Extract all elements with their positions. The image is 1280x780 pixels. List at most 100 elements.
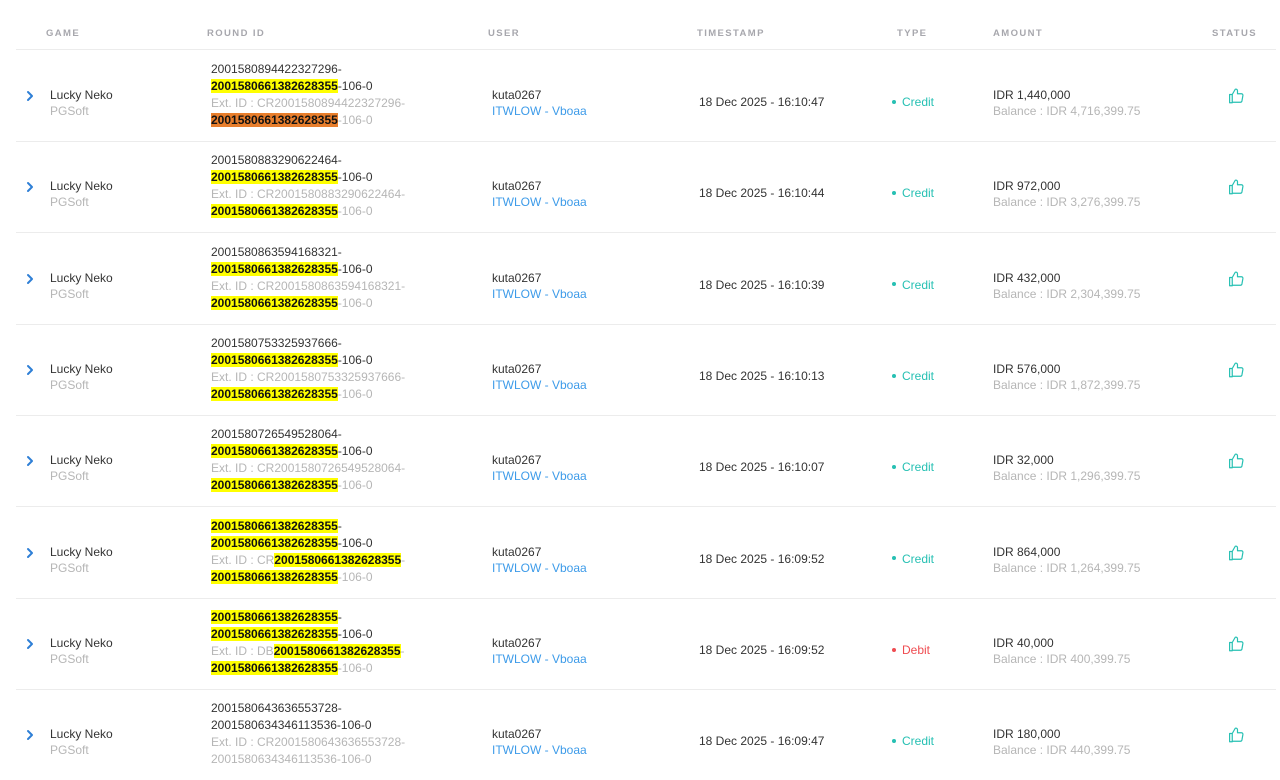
status-button[interactable] — [1227, 544, 1245, 562]
agent-link[interactable]: ITWLOW - Vboaa — [492, 468, 587, 484]
amount-value: IDR 180,000 — [993, 727, 1061, 742]
round-id-line: 2001580661382628355-106-0 — [211, 261, 471, 278]
table-row[interactable]: Lucky Neko PGSoft 2001580863594168321- 2001… — [16, 233, 1276, 325]
thumbs-up-icon — [1227, 361, 1245, 379]
timestamp: 18 Dec 2025 - 16:10:44 — [699, 186, 825, 201]
agent-link[interactable]: ITWLOW - Vboaa — [492, 742, 587, 758]
round-id-text: -106-0 — [337, 170, 373, 185]
status-button[interactable] — [1227, 270, 1245, 288]
user-cell: kuta0267 ITWLOW - Vboaa — [492, 635, 587, 667]
status-button[interactable] — [1227, 178, 1245, 196]
status-dot-icon — [892, 647, 896, 652]
round-id-cell: 2001580863594168321- 2001580661382628355-… — [211, 244, 471, 312]
type-badge: Credit — [892, 278, 934, 292]
expand-row-button[interactable] — [24, 180, 36, 194]
expand-row-button[interactable] — [24, 272, 36, 286]
thumbs-up-icon — [1227, 178, 1245, 196]
external-id-line: 2001580661382628355-106-0 — [211, 112, 471, 129]
highlighted-match: 2001580661382628355 — [211, 352, 338, 367]
external-id-line: Ext. ID : CR2001580661382628355- — [211, 552, 471, 569]
type-label: Credit — [902, 734, 935, 749]
table-row[interactable]: Lucky Neko PGSoft 2001580753325937666- 2001… — [16, 324, 1276, 416]
round-id-text: -106-0 — [337, 626, 373, 641]
round-id-line: 2001580726549528064- — [211, 426, 471, 443]
user-cell: kuta0267 ITWLOW - Vboaa — [492, 726, 587, 758]
round-id-text: Ext. ID : CR2001580643636553728- — [211, 735, 406, 750]
game-provider: PGSoft — [50, 560, 89, 575]
status-button[interactable] — [1227, 361, 1245, 379]
chevron-right-icon — [24, 89, 36, 103]
status-button[interactable] — [1227, 635, 1245, 653]
balance-value: Balance : IDR 1,264,399.75 — [993, 560, 1141, 575]
round-id-line: 2001580661382628355-106-0 — [211, 78, 471, 95]
username: kuta0267 — [492, 88, 542, 102]
expand-row-button[interactable] — [24, 546, 36, 560]
round-id-text: - — [337, 609, 342, 624]
table-row[interactable]: Lucky Neko PGSoft 2001580661382628355 - 2001… — [16, 598, 1276, 690]
status-button[interactable] — [1227, 452, 1245, 470]
agent-link[interactable]: ITWLOW - Vboaa — [492, 103, 587, 119]
round-id-cell: 2001580883290622464- 2001580661382628355-… — [211, 152, 471, 220]
type-badge: Credit — [892, 460, 934, 474]
agent-link[interactable]: ITWLOW - Vboaa — [492, 194, 587, 210]
round-id-line: 2001580661382628355-106-0 — [211, 535, 471, 552]
agent-link[interactable]: ITWLOW - Vboaa — [492, 651, 587, 667]
table-row[interactable]: Lucky Neko PGSoft 2001580661382628355- 2001… — [16, 507, 1276, 599]
round-id-text: -106-0 — [337, 261, 373, 276]
highlighted-match: 2001580661382628355 — [211, 660, 338, 675]
agent-link[interactable]: ITWLOW - Vboaa — [492, 286, 587, 302]
user-cell: kuta0267 ITWLOW - Vboaa — [492, 87, 587, 119]
chevron-right-icon — [24, 454, 36, 468]
status-button[interactable] — [1227, 726, 1245, 744]
external-id-line: 2001580661382628355-106-0 — [211, 203, 471, 220]
expand-row-button[interactable] — [24, 89, 36, 103]
status-button[interactable] — [1227, 87, 1245, 105]
external-id-line: 2001580661382628355-106-0 — [211, 660, 471, 677]
amount-cell: IDR 576,000 Balance : IDR 1,872,399.75 — [993, 361, 1140, 393]
round-id-text: -106-0 — [337, 113, 373, 127]
game-name: Lucky Neko — [50, 635, 113, 650]
game-cell: Lucky Neko PGSoft — [50, 635, 113, 667]
amount-cell: IDR 32,000 Balance : IDR 1,296,399.75 — [993, 452, 1140, 484]
expand-row-button[interactable] — [24, 637, 36, 651]
game-cell: Lucky Neko PGSoft — [50, 270, 113, 302]
game-provider: PGSoft — [50, 377, 89, 392]
game-name: Lucky Neko — [50, 88, 113, 102]
chevron-right-icon — [24, 728, 36, 742]
expand-row-button[interactable] — [24, 363, 36, 377]
amount-cell: IDR 1,440,000 Balance : IDR 4,716,399.75 — [993, 87, 1140, 119]
type-badge: Credit — [892, 552, 934, 566]
column-header-game[interactable]: GAME — [46, 28, 80, 39]
agent-link[interactable]: ITWLOW - Vboaa — [492, 377, 587, 393]
table-row[interactable]: Lucky Neko PGSoft 2001580894422327296- 2001… — [16, 50, 1276, 142]
highlighted-match: 2001580661382628355 — [211, 626, 338, 641]
thumbs-up-icon — [1227, 726, 1245, 744]
round-id-text: - — [400, 643, 405, 658]
table-row[interactable]: Lucky Neko PGSoft 2001580883290622464- 2001… — [16, 141, 1276, 234]
type-label: Credit — [902, 368, 935, 383]
chevron-right-icon — [24, 272, 36, 286]
expand-row-button[interactable] — [24, 454, 36, 468]
highlighted-match: 2001580661382628355 — [211, 518, 338, 533]
round-id-line: 2001580661382628355-106-0 — [211, 352, 471, 369]
external-id-line: 2001580661382628355-106-0 — [211, 477, 471, 494]
column-header-round-id[interactable]: ROUND ID — [207, 28, 265, 39]
column-header-type[interactable]: TYPE — [897, 28, 927, 39]
thumbs-up-icon — [1227, 544, 1245, 562]
table-row[interactable]: Lucky Neko PGSoft 2001580726549528064- 2001… — [16, 415, 1276, 508]
status-dot-icon — [892, 556, 896, 561]
column-header-timestamp[interactable]: TIMESTAMP — [697, 28, 765, 39]
username: kuta0267 — [492, 544, 542, 559]
type-label: Credit — [902, 460, 935, 475]
round-id-cell: 2001580753325937666- 2001580661382628355-… — [211, 335, 471, 403]
table-row[interactable]: Lucky Neko PGSoft 2001580643636553728- 2001… — [16, 689, 1276, 780]
username: kuta0267 — [492, 179, 542, 194]
expand-row-button[interactable] — [24, 728, 36, 742]
agent-link[interactable]: ITWLOW - Vboaa — [492, 560, 587, 576]
column-header-amount[interactable]: AMOUNT — [993, 28, 1043, 39]
column-header-user[interactable]: USER — [488, 28, 520, 39]
round-id-cell: 2001580894422327296- 2001580661382628355-… — [211, 61, 471, 129]
username: kuta0267 — [492, 270, 542, 285]
column-header-status[interactable]: STATUS — [1212, 28, 1257, 39]
amount-value: IDR 40,000 — [993, 635, 1054, 650]
